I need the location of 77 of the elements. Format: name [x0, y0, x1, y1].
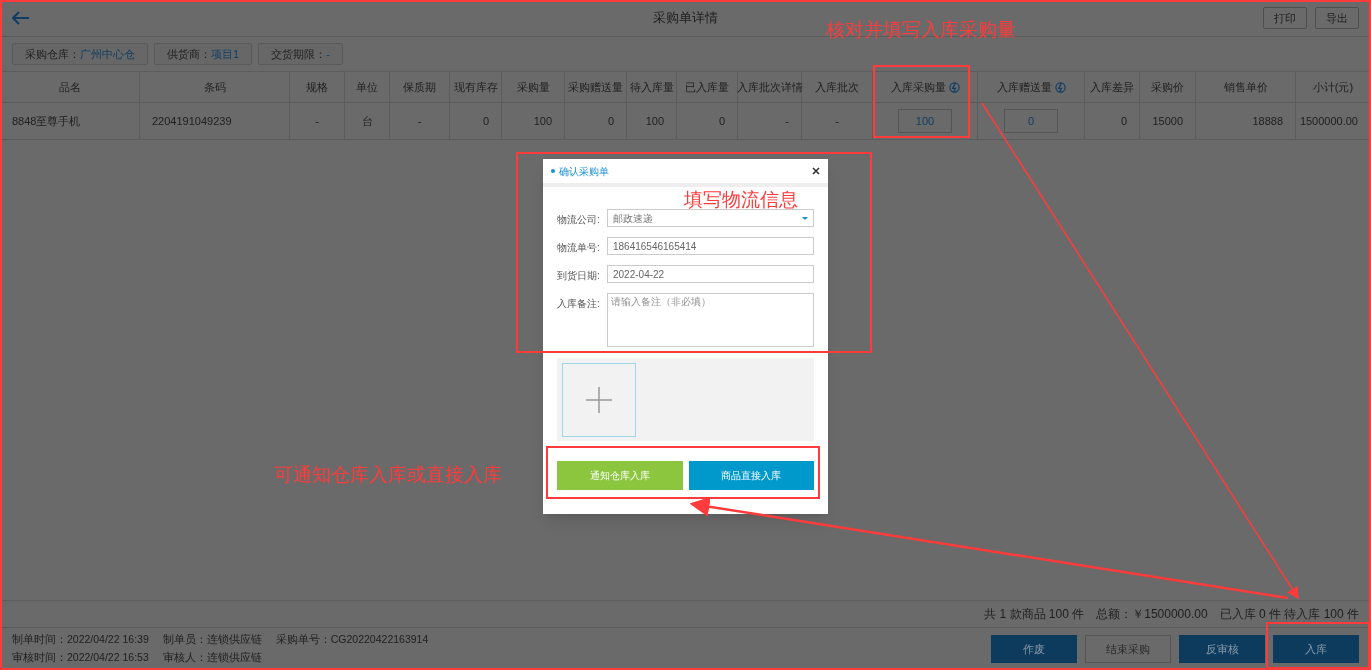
column-header: 入库差异 [1090, 79, 1134, 95]
input-field[interactable]: 2022-04-22 [607, 265, 814, 283]
column-header: 已入库量 [685, 79, 729, 95]
column-header: 待入库量 [629, 79, 674, 95]
filter-label: 交货期限： [271, 46, 327, 62]
table-cell-text: 0 [1120, 113, 1127, 129]
textarea-field[interactable]: 请输入备注（非必填） [607, 293, 814, 347]
column-header: 入库批次 [815, 79, 859, 95]
table-cell-text: - [835, 113, 839, 129]
table-cell-text: 0 [718, 113, 725, 129]
dropdown-icon [802, 216, 808, 220]
filter-value: - [326, 46, 330, 62]
filter-value: 项目1 [211, 46, 240, 62]
table-cell-text: 0 [607, 113, 614, 129]
lightning-icon[interactable] [1054, 81, 1066, 93]
quantity-input[interactable]: 0 [1004, 109, 1058, 133]
action-button[interactable]: 作废 [991, 635, 1077, 663]
page-title: 采购单详情 [653, 9, 718, 28]
action-button[interactable]: 入库 [1273, 635, 1359, 663]
column-header: 保质期 [403, 79, 436, 95]
filter-label: 采购仓库： [25, 46, 80, 62]
field-label: 物流单号: [557, 241, 601, 255]
column-header: 品名 [58, 79, 81, 95]
toolbar-button[interactable]: 导出 [1315, 7, 1359, 29]
close-icon[interactable] [812, 167, 820, 175]
summary-text: 共 1 款商品 100 件 [984, 606, 1085, 623]
table-cell-text: - [315, 113, 319, 129]
field-label: 物流公司: [557, 213, 601, 227]
summary-text: 已入库 0 件 待入库 100 件 [1219, 606, 1359, 623]
column-header: 入库批次详情 [736, 79, 803, 95]
info-text: 审核人：连锁供应链 [162, 650, 262, 665]
info-text: 审核时间：2022/04/22 16:53 [12, 650, 149, 665]
table-cell-text: 2204191049239 [152, 113, 232, 129]
column-header: 采购量 [516, 79, 550, 95]
info-text: 制单时间：2022/04/22 16:39 [12, 632, 149, 648]
column-header: 入库赠送量 [996, 79, 1052, 95]
lightning-icon[interactable] [948, 81, 960, 93]
annotation-text: 核对并填写入库采购量 [826, 18, 1016, 42]
column-header: 采购赠送量 [568, 79, 623, 95]
filter-label: 供货商： [167, 46, 211, 62]
filter-value: 广州中心仓 [80, 46, 135, 62]
column-header: 现有库存 [453, 79, 498, 95]
confirm-button[interactable]: 通知仓库入库 [557, 461, 683, 490]
annotation-text: 填写物流信息 [684, 188, 798, 212]
field-label: 到货日期: [557, 269, 601, 283]
info-text: 制单员：连锁供应链 [162, 632, 262, 648]
column-header: 条码 [203, 79, 226, 95]
table-cell-text: 100 [533, 113, 552, 129]
column-header: 规格 [306, 79, 328, 95]
back-arrow-icon[interactable] [12, 11, 30, 25]
column-header: 采购价 [1151, 79, 1184, 95]
add-image-button[interactable] [562, 363, 636, 437]
table-cell-text: 15000 [1152, 113, 1183, 129]
table-cell-text: 0 [482, 113, 489, 129]
confirm-button[interactable]: 商品直接入库 [688, 461, 814, 490]
select-field[interactable]: 邮政速递 [607, 209, 814, 227]
action-button[interactable]: 反审核 [1179, 635, 1265, 663]
table-cell-text: 100 [645, 113, 664, 129]
toolbar-button[interactable]: 打印 [1263, 7, 1307, 29]
info-text: 采购单号：CG20220422163914 [275, 632, 429, 648]
annotation-text: 可通知仓库入库或直接入库 [274, 463, 502, 487]
table-cell-text: 8848至尊手机 [12, 113, 81, 129]
table-cell-text: 台 [361, 113, 373, 129]
input-field[interactable]: 186416546165414 [607, 237, 814, 255]
summary-text: 总额：￥1500000.00 [1096, 606, 1208, 623]
quantity-input[interactable]: 100 [898, 109, 952, 133]
column-header: 单位 [356, 79, 378, 95]
plus-icon [586, 387, 612, 413]
column-header: 小计(元) [1312, 79, 1354, 95]
table-cell-text: - [417, 113, 422, 129]
table-cell-text: 1500000.00 [1299, 113, 1358, 129]
field-label: 入库备注: [557, 297, 601, 311]
table-cell-text: - [785, 113, 789, 129]
column-header: 入库采购量 [890, 79, 946, 95]
table-cell-text: 18888 [1252, 113, 1283, 129]
column-header: 销售单价 [1223, 79, 1268, 95]
dialog-title: 确认采购单 [559, 164, 609, 179]
